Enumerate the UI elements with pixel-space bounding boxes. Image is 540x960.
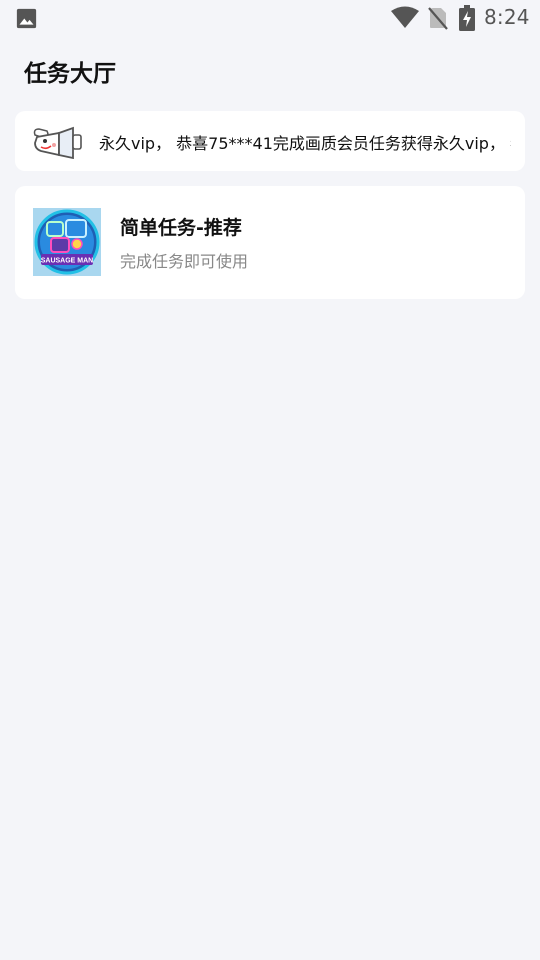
task-item[interactable]: SAUSAGE MAN 简单任务-推荐 完成任务即可使用 [15,186,525,299]
clock-time: 8:24 [484,5,530,29]
megaphone-icon [33,126,82,159]
announcement-track: 得永久vip， 恭喜75***41完成画质会员任务获得永久vip， 恭喜 [99,111,511,171]
sausage-man-logo: SAUSAGE MAN [33,208,101,276]
status-bar: 8:24 [0,0,540,36]
image-icon [16,8,37,29]
battery-charging-icon [459,5,475,31]
announcement-text: 得永久vip， 恭喜75***41完成画质会员任务获得永久vip， 恭喜 [99,134,511,153]
no-sim-icon [428,7,448,30]
task-description: 完成任务即可使用 [120,252,249,271]
task-thumbnail: SAUSAGE MAN [33,208,101,276]
announcement-banner: 得永久vip， 恭喜75***41完成画质会员任务获得永久vip， 恭喜 [15,111,525,171]
task-title: 简单任务-推荐 [120,217,242,239]
thumbnail-caption: SAUSAGE MAN [41,258,94,265]
wifi-icon [391,6,419,28]
page-title: 任务大厅 [24,61,116,87]
